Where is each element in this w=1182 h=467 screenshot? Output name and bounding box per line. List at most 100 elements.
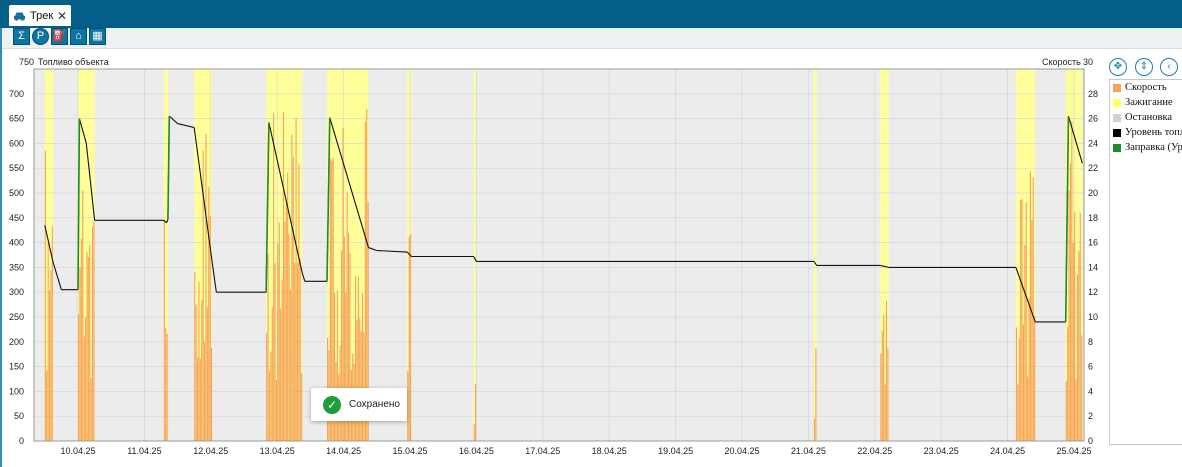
speed-bar <box>47 243 49 441</box>
legend-swatch <box>1113 98 1121 107</box>
speed-bar <box>211 347 213 441</box>
right-tick-label: 0 <box>1088 436 1093 446</box>
right-tick-label: 10 <box>1088 312 1098 322</box>
speed-bar <box>83 336 85 441</box>
speed-bar <box>815 347 817 441</box>
fuel-button[interactable]: ⛽ <box>51 28 68 45</box>
speed-bar <box>92 226 94 441</box>
speed-bar <box>296 263 299 441</box>
fuel-speed-chart[interactable]: 0501001502002503003504004505005506006507… <box>0 50 1108 467</box>
legend-item-stop[interactable]: Остановка <box>1110 110 1182 125</box>
legend-swatch <box>1113 83 1121 92</box>
x-tick-label: 22.04.25 <box>857 446 892 456</box>
speed-bar <box>280 308 282 441</box>
speed-bar <box>298 163 300 441</box>
speed-bar <box>1065 380 1067 441</box>
legend-item-speed[interactable]: Скорость <box>1110 80 1182 95</box>
x-tick-label: 11.04.25 <box>127 446 161 456</box>
speed-bar <box>50 269 52 441</box>
speed-bar <box>277 243 279 441</box>
speed-bar <box>1025 202 1027 441</box>
left-tick-label: 150 <box>9 362 24 372</box>
speed-bar <box>363 332 365 441</box>
speed-bar <box>1076 275 1078 441</box>
right-tick-label: 12 <box>1088 287 1098 297</box>
speed-bar <box>281 279 283 441</box>
speed-bar <box>201 300 203 441</box>
speed-bar <box>89 245 91 441</box>
x-tick-label: 10.04.25 <box>60 446 95 456</box>
speed-bar <box>1020 199 1022 441</box>
legend-swatch <box>1113 113 1121 122</box>
legend-item-ignition[interactable]: Зажигание <box>1110 95 1182 110</box>
speed-bar <box>85 317 87 441</box>
x-tick-label: 12.04.25 <box>193 446 228 456</box>
left-tick-label: 550 <box>9 163 24 173</box>
speed-bar <box>271 307 273 441</box>
speed-bar <box>291 134 293 441</box>
speed-bar <box>1032 177 1034 441</box>
right-tick-label: 24 <box>1088 138 1098 148</box>
speed-bar <box>1021 198 1023 441</box>
speed-bar <box>1034 315 1036 441</box>
collapse-icon[interactable]: ‹ <box>1160 58 1178 76</box>
right-tick-label: 22 <box>1088 163 1098 173</box>
speed-bar <box>268 371 271 441</box>
speed-bar <box>205 134 207 441</box>
speed-bar <box>195 304 197 441</box>
speed-bar <box>82 190 84 441</box>
x-tick-label: 21.04.25 <box>791 446 826 456</box>
legend-item-refuel[interactable]: Заправка (Уровень) <box>1110 140 1182 155</box>
right-tick-label: 16 <box>1088 238 1098 248</box>
speed-bar <box>93 221 95 441</box>
fit-icon[interactable]: ✥ <box>1109 58 1127 76</box>
speed-bar <box>1028 298 1030 441</box>
route-button[interactable]: ⌂ <box>70 28 87 45</box>
speed-bar <box>356 319 358 441</box>
speed-bar <box>813 418 816 441</box>
speed-bar <box>267 254 269 441</box>
x-tick-label: 23.04.25 <box>924 446 959 456</box>
x-tick-label: 25.04.25 <box>1056 446 1091 456</box>
legend-swatch <box>1113 143 1121 152</box>
speed-bar <box>1079 212 1081 441</box>
speed-bar <box>880 353 882 441</box>
tab-track[interactable]: Трек ✕ <box>9 5 71 26</box>
left-tick-label: 500 <box>9 188 24 198</box>
speed-bar <box>273 113 275 441</box>
scale-icon[interactable]: ⇕ <box>1135 58 1153 76</box>
speed-bar <box>1018 338 1020 441</box>
legend-item-fuel-level[interactable]: Уровень топливa <box>1110 125 1182 140</box>
speed-bar <box>275 379 278 441</box>
chart-button[interactable]: ▦ <box>89 28 106 45</box>
parking-button[interactable]: P <box>32 28 49 45</box>
toolbar: Σ P ⛽ ⌂ ▦ <box>0 28 1182 49</box>
speed-bar <box>1072 242 1074 441</box>
left-tick-label: 250 <box>9 312 24 322</box>
speed-bar <box>292 156 294 441</box>
speed-bar <box>282 111 285 441</box>
speed-bar <box>163 219 165 441</box>
right-tick-label: 18 <box>1088 213 1098 223</box>
plot-area <box>33 68 1085 442</box>
sum-button[interactable]: Σ <box>13 28 30 45</box>
speed-bar <box>881 331 883 441</box>
legend: Скорость Зажигание Остановка Уровень топ… <box>1109 79 1182 445</box>
speed-bar <box>204 341 206 441</box>
speed-bar <box>270 351 272 441</box>
speed-bar <box>198 281 200 441</box>
speed-bar <box>288 234 290 441</box>
x-tick-label: 24.04.25 <box>990 446 1025 456</box>
speed-bar <box>1027 376 1029 441</box>
left-tick-label: 600 <box>9 138 24 148</box>
speed-bar <box>194 271 196 441</box>
legend-label: Скорость <box>1125 82 1167 93</box>
right-tick-label: 28 <box>1088 89 1098 99</box>
speed-bar <box>86 251 88 441</box>
speed-bar <box>885 300 888 441</box>
speed-bar <box>1068 190 1070 441</box>
left-tick-label: 450 <box>9 213 24 223</box>
right-tick-label: 26 <box>1088 114 1098 124</box>
close-icon[interactable]: ✕ <box>57 9 67 23</box>
speed-bar <box>46 370 48 441</box>
